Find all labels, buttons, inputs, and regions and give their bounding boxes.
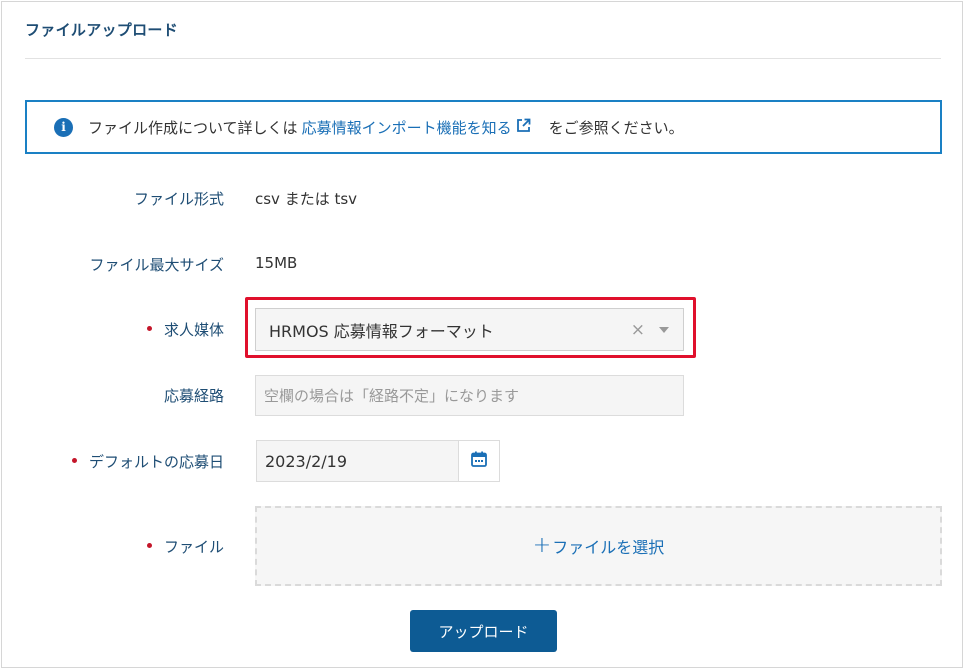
file-format-value: csv または tsv xyxy=(255,190,358,208)
media-selected-value: HRMOS 応募情報フォーマット xyxy=(269,321,494,341)
max-size-label: ファイル最大サイズ xyxy=(89,256,224,274)
info-prefix-text: ファイル作成について詳しくは xyxy=(88,118,298,137)
required-dot xyxy=(71,458,77,463)
default-date-label-text: デフォルトの応募日 xyxy=(88,453,224,471)
default-date-label: デフォルトの応募日 xyxy=(71,451,224,472)
import-help-link[interactable]: 応募情報インポート機能を知る xyxy=(302,117,512,138)
info-suffix-text: をご参照ください。 xyxy=(548,118,684,137)
file-label-text: ファイル xyxy=(163,538,224,556)
external-link-icon[interactable] xyxy=(516,118,531,137)
title-divider xyxy=(25,58,941,59)
required-dot xyxy=(146,543,152,548)
file-format-label: ファイル形式 xyxy=(133,190,224,208)
upload-panel: ファイルアップロード i ファイル作成について詳しくは 応募情報インポート機能を… xyxy=(1,1,963,668)
media-label: 求人媒体 xyxy=(146,319,224,340)
file-dropzone[interactable]: + ファイルを選択 xyxy=(255,506,942,586)
close-icon[interactable]: × xyxy=(631,320,645,340)
calendar-icon xyxy=(471,451,487,471)
media-select[interactable]: HRMOS 応募情報フォーマット × xyxy=(255,308,684,351)
upload-button[interactable]: アップロード xyxy=(410,610,557,652)
route-label: 応募経路 xyxy=(163,387,224,405)
chevron-down-icon[interactable] xyxy=(659,327,669,333)
page-title: ファイルアップロード xyxy=(25,21,179,39)
info-notice: i ファイル作成について詳しくは 応募情報インポート機能を知る をご参照ください… xyxy=(25,100,942,154)
info-icon: i xyxy=(54,117,73,137)
media-label-text: 求人媒体 xyxy=(163,321,224,339)
file-label: ファイル xyxy=(146,536,224,557)
route-input[interactable] xyxy=(255,375,684,416)
required-dot xyxy=(146,326,152,331)
select-file-text: ファイルを選択 xyxy=(552,538,665,557)
max-size-value: 15MB xyxy=(255,254,298,272)
default-date-input[interactable] xyxy=(256,440,459,482)
plus-icon: + xyxy=(532,532,552,558)
calendar-button[interactable] xyxy=(458,440,500,482)
